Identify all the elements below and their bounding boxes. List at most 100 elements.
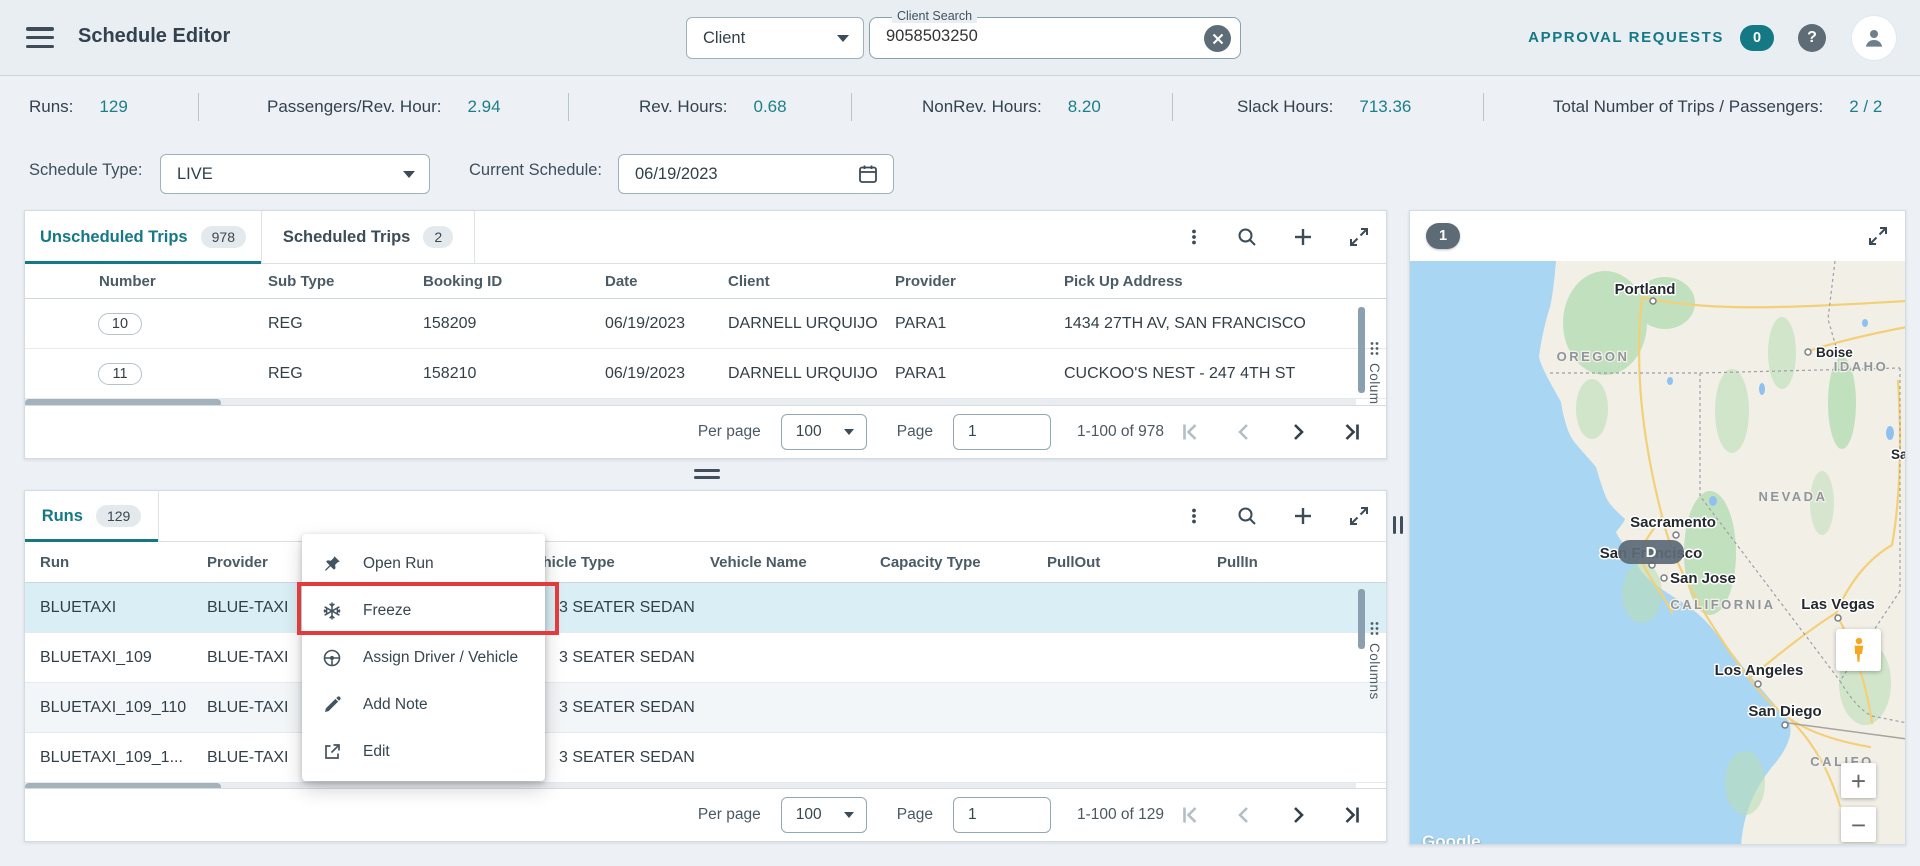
client-search-field[interactable]: Client Search 9058503250 (869, 9, 1241, 59)
menu-icon[interactable] (26, 27, 54, 48)
map-label-las-vegas: Las Vegas (1801, 596, 1874, 613)
tab-runs[interactable]: Runs 129 (25, 491, 159, 542)
page-label: Page (896, 806, 933, 823)
schedule-editor-screen: Schedule Editor Client Client Search 905… (0, 0, 1920, 866)
stat-label: Passengers/Rev. Hour: (267, 97, 442, 116)
current-schedule-value: 06/19/2023 (635, 164, 718, 183)
table-row[interactable]: 11 REG 158210 06/19/2023 DARNELL URQUIJO… (25, 349, 1386, 399)
column-header-run[interactable]: Run (25, 554, 192, 571)
column-header-provider[interactable]: Provider (895, 273, 1064, 290)
column-header-pickup-address[interactable]: Pick Up Address (1064, 273, 1386, 290)
search-icon[interactable] (1236, 226, 1258, 248)
column-header-number[interactable]: Number (25, 273, 268, 290)
next-page-icon[interactable] (1286, 420, 1310, 444)
stat-value: 713.36 (1359, 97, 1412, 116)
page-input[interactable]: 1 (952, 414, 1051, 450)
stat-label: Total Number of Trips / Passengers: (1553, 97, 1824, 116)
current-schedule-date-field[interactable]: 06/19/2023 (618, 154, 894, 194)
more-options-icon[interactable] (1185, 507, 1203, 525)
clear-icon[interactable] (1204, 25, 1231, 52)
first-page-icon[interactable] (1178, 803, 1202, 827)
menu-item-label: Edit (363, 742, 390, 760)
approval-requests-button[interactable]: APPROVAL REQUESTS (1528, 29, 1724, 46)
menu-item-edit[interactable]: Edit (302, 728, 545, 775)
trips-table-header: Number Sub Type Booking ID Date Client P… (25, 264, 1386, 299)
map-label-oregon: OREGON (1557, 349, 1630, 364)
column-header-booking-id[interactable]: Booking ID (423, 273, 605, 290)
table-row[interactable]: 10 REG 158209 06/19/2023 DARNELL URQUIJO… (25, 299, 1386, 349)
steering-wheel-icon (323, 649, 341, 666)
column-header-sub-type[interactable]: Sub Type (268, 273, 423, 290)
pegman-control[interactable] (1836, 629, 1881, 671)
table-row[interactable]: BLUETAXI_109_110 BLUE-TAXI 3 SEATER SEDA… (25, 683, 1386, 733)
expand-icon[interactable] (1348, 226, 1370, 248)
stat-value: 2 / 2 (1849, 97, 1883, 116)
expand-icon[interactable] (1867, 225, 1889, 247)
previous-page-icon[interactable] (1232, 803, 1256, 827)
pagination-arrows (1178, 803, 1364, 827)
column-header-client[interactable]: Client (728, 273, 895, 290)
zoom-in-button[interactable]: + (1841, 763, 1876, 798)
per-page-select[interactable]: 100 (780, 797, 867, 833)
search-icon[interactable] (1236, 505, 1258, 527)
chevron-down-icon (403, 170, 415, 178)
menu-item-assign-driver-vehicle[interactable]: Assign Driver / Vehicle (302, 634, 545, 681)
stat-value: 8.20 (1067, 97, 1101, 116)
page-input[interactable]: 1 (952, 797, 1051, 833)
stat-label: Slack Hours: (1237, 97, 1334, 116)
next-page-icon[interactable] (1286, 803, 1310, 827)
menu-item-label: Open Run (363, 554, 434, 572)
client-type-select[interactable]: Client (686, 17, 864, 59)
expand-icon[interactable] (1348, 505, 1370, 527)
map-label-los-angeles: Los Angeles (1715, 662, 1804, 679)
tab-label: Runs (41, 506, 83, 525)
map-label-san-diego: San Diego (1748, 703, 1821, 720)
column-header-pullout[interactable]: PullOut (1032, 554, 1202, 571)
schedule-type-select[interactable]: LIVE (160, 154, 430, 194)
client-search-value: 9058503250 (886, 27, 978, 45)
trips-panel-actions (1185, 211, 1370, 263)
trip-number-chip: 10 (98, 312, 142, 335)
add-icon[interactable] (1291, 225, 1315, 249)
vertical-scrollbar-thumb[interactable] (1358, 589, 1365, 649)
header-actions: APPROVAL REQUESTS 0 ? (1528, 0, 1896, 75)
tab-scheduled-trips[interactable]: Scheduled Trips 2 (262, 211, 475, 263)
avatar[interactable] (1852, 15, 1896, 60)
more-options-icon[interactable] (1185, 228, 1203, 246)
column-header-date[interactable]: Date (605, 273, 728, 290)
pegman-icon (1854, 637, 1863, 662)
previous-page-icon[interactable] (1232, 420, 1256, 444)
per-page-select[interactable]: 100 (780, 414, 867, 450)
zoom-out-button[interactable]: − (1841, 807, 1876, 842)
table-row[interactable]: BLUETAXI BLUE-TAXI 3 SEATER SEDAN (25, 583, 1386, 633)
map-label-san-jose: San Jose (1670, 570, 1736, 587)
vertical-scrollbar-thumb[interactable] (1358, 307, 1365, 393)
column-header-vehicle-name[interactable]: Vehicle Name (695, 554, 865, 571)
column-header-capacity-type[interactable]: Capacity Type (865, 554, 1032, 571)
stat-rev-hours: Rev. Hours: 0.68 (639, 76, 787, 138)
last-page-icon[interactable] (1340, 803, 1364, 827)
annotation-highlight (297, 582, 559, 635)
add-icon[interactable] (1291, 504, 1315, 528)
menu-item-add-note[interactable]: Add Note (302, 681, 545, 728)
runs-side-rail: Columns (1356, 541, 1386, 789)
last-page-icon[interactable] (1340, 420, 1364, 444)
table-row[interactable]: BLUETAXI_109_1... BLUE-TAXI 3 SEATER SED… (25, 733, 1386, 783)
table-row[interactable]: BLUETAXI_109 BLUE-TAXI 3 SEATER SEDAN (25, 633, 1386, 683)
panel-resize-handle-horizontal[interactable] (694, 469, 720, 479)
runs-panel-actions (1185, 491, 1370, 541)
calendar-icon (859, 165, 877, 183)
cell-sub-type: REG (268, 364, 303, 382)
help-icon[interactable]: ? (1798, 23, 1826, 52)
columns-panel-toggle[interactable]: Columns (1367, 621, 1382, 700)
menu-item-open-run[interactable]: Open Run (302, 540, 545, 587)
stat-label: Runs: (29, 97, 74, 116)
columns-panel-toggle[interactable]: Columns (1367, 341, 1382, 409)
panel-resize-handle-vertical[interactable] (1393, 516, 1403, 534)
tab-unscheduled-trips[interactable]: Unscheduled Trips 978 (25, 211, 262, 264)
runs-table-header: Run Provider Vehicle Type Vehicle Name C… (25, 542, 1386, 583)
map-label-sacramento: Sacramento (1630, 514, 1716, 531)
cell-pickup-address: CUCKOO'S NEST - 247 4TH ST (1064, 364, 1296, 382)
first-page-icon[interactable] (1178, 420, 1202, 444)
map-canvas[interactable]: Portland OREGON Boise IDAHO Sa NEVADA Sa… (1410, 261, 1906, 845)
